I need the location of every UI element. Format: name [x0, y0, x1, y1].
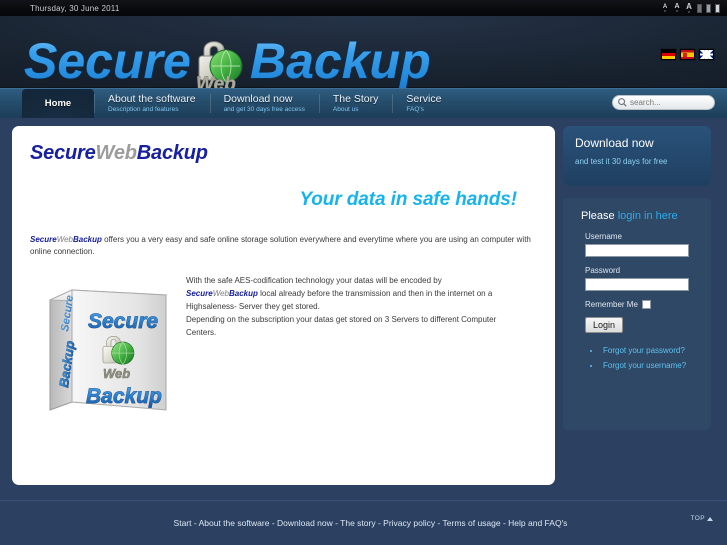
main-content-panel: SecureWebBackup Your data in safe hands!…	[12, 126, 555, 485]
product-boxshot: Backup Secure Secure Web Backup	[30, 270, 180, 425]
back-to-top-label: TOP	[690, 515, 705, 522]
font-size-decrease-sub: v	[664, 7, 666, 13]
font-size-normal-icon[interactable]: A v	[673, 3, 681, 13]
svg-text:Secure: Secure	[24, 33, 191, 89]
nav-item-download-sub: and get 30 days free access	[223, 106, 305, 113]
password-label: Password	[585, 266, 621, 275]
svg-text:Secure: Secure	[88, 310, 158, 333]
site-logo[interactable]: Secure Web Backup	[22, 32, 502, 90]
page-title-backup: Backup	[136, 142, 208, 164]
color-scheme-medium-icon[interactable]	[706, 3, 711, 13]
login-title-accent: login in here	[617, 210, 678, 222]
tagline: Your data in safe hands!	[299, 189, 517, 210]
nav-item-story-label: The Story	[332, 93, 379, 105]
nav-item-about-label: About the software	[108, 93, 196, 105]
main-navigation: Home About the software Description and …	[0, 88, 727, 118]
feature-line-4: Depending on the subscription your datas…	[186, 315, 497, 324]
product-box-image: Backup Secure Secure Web Backup	[49, 289, 168, 411]
download-promo-title: Download now	[575, 136, 654, 150]
font-size-decrease-icon[interactable]: A v	[661, 4, 669, 13]
forgot-password-link[interactable]: Forgot your password?	[601, 345, 699, 356]
intro-brand: SecureWebBackup	[30, 235, 102, 244]
svg-text:Backup: Backup	[86, 385, 162, 408]
feature-line-3: Highsaleness- Server they get stored.	[186, 302, 320, 311]
password-input[interactable]	[585, 278, 689, 291]
login-title-please: Please	[581, 210, 618, 222]
svg-text:Backup: Backup	[250, 33, 431, 89]
right-sidebar: Download now and test it 30 days for fre…	[563, 126, 711, 493]
svg-text:Web: Web	[103, 366, 130, 381]
color-scheme-dark-icon[interactable]	[697, 3, 702, 13]
feature-line-5: Centers.	[186, 328, 217, 337]
page-title-web: Web	[95, 142, 137, 164]
remember-me-row[interactable]: Remember Me	[585, 300, 699, 309]
flag-es-icon[interactable]	[680, 49, 695, 60]
remember-me-checkbox[interactable]	[641, 300, 651, 309]
nav-item-the-story[interactable]: The Story About us	[318, 89, 393, 118]
username-label: Username	[585, 232, 622, 241]
page-title: SecureWebBackup	[30, 142, 537, 165]
search-input[interactable]	[628, 98, 710, 107]
nav-item-service[interactable]: Service FAQ's	[392, 89, 464, 118]
remember-me-label: Remember Me	[585, 300, 638, 309]
forgot-username-link[interactable]: Forgot your username?	[601, 360, 699, 371]
feature-line-2: SecureWebBackup local already before the…	[186, 289, 493, 298]
intro-text: offers you a very easy and safe online s…	[30, 235, 531, 256]
color-scheme-light-icon[interactable]	[715, 3, 720, 13]
font-size-increase-sub: v	[688, 8, 690, 14]
caret-up-icon	[707, 516, 713, 521]
login-button[interactable]: Login	[585, 317, 624, 333]
page-body: SecureWebBackup Your data in safe hands!…	[0, 118, 727, 493]
footer-links-text[interactable]: Start - About the software - Download no…	[174, 518, 568, 528]
language-flags	[661, 49, 714, 60]
login-panel: Please login in here Username Password R…	[563, 198, 711, 430]
flag-gb-icon[interactable]	[699, 49, 714, 60]
nav-item-story-sub: About us	[332, 106, 359, 113]
download-promo-box[interactable]: Download now and test it 30 days for fre…	[563, 126, 711, 186]
login-panel-title: Please login in here	[575, 210, 699, 222]
content-body-row: Backup Secure Secure Web Backup With the…	[30, 270, 537, 425]
font-size-increase-icon[interactable]: A v	[685, 2, 693, 14]
search-box[interactable]	[612, 95, 715, 110]
login-help-links: Forgot your password? Forgot your userna…	[593, 345, 699, 371]
footer-link-list[interactable]: Start - About the software - Download no…	[0, 518, 727, 528]
nav-item-about-sub: Description and features	[108, 106, 179, 113]
nav-item-service-label: Service	[406, 93, 442, 105]
site-header: Secure Web Backup	[0, 16, 727, 90]
download-promo-sub: and test it 30 days for free	[575, 157, 668, 166]
nav-item-home-label: Home	[44, 97, 72, 109]
site-footer: Start - About the software - Download no…	[0, 500, 727, 545]
nav-item-home[interactable]: Home	[22, 89, 94, 118]
back-to-top-link[interactable]: TOP	[691, 515, 713, 522]
top-utility-bar: Thursday, 30 June 2011 A v A v A v	[0, 0, 727, 16]
feature-paragraph: With the safe AES-codification technolog…	[180, 270, 496, 425]
nav-item-service-sub: FAQ's	[406, 106, 424, 113]
intro-paragraph: SecureWebBackup offers you a very easy a…	[30, 234, 537, 258]
username-input[interactable]	[585, 244, 689, 257]
page-title-secure: Secure	[30, 142, 96, 164]
nav-item-about-the-software[interactable]: About the software Description and featu…	[94, 89, 210, 118]
accessibility-tools: A v A v A v	[661, 0, 720, 16]
font-size-normal-sub: v	[676, 8, 678, 13]
nav-item-download-now[interactable]: Download now and get 30 days free access	[209, 89, 319, 118]
flag-de-icon[interactable]	[661, 49, 676, 60]
search-icon	[618, 98, 627, 107]
feature-line-1: With the safe AES-codification technolog…	[186, 276, 442, 285]
nav-item-download-label: Download now	[223, 93, 293, 105]
current-date: Thursday, 30 June 2011	[30, 3, 120, 13]
